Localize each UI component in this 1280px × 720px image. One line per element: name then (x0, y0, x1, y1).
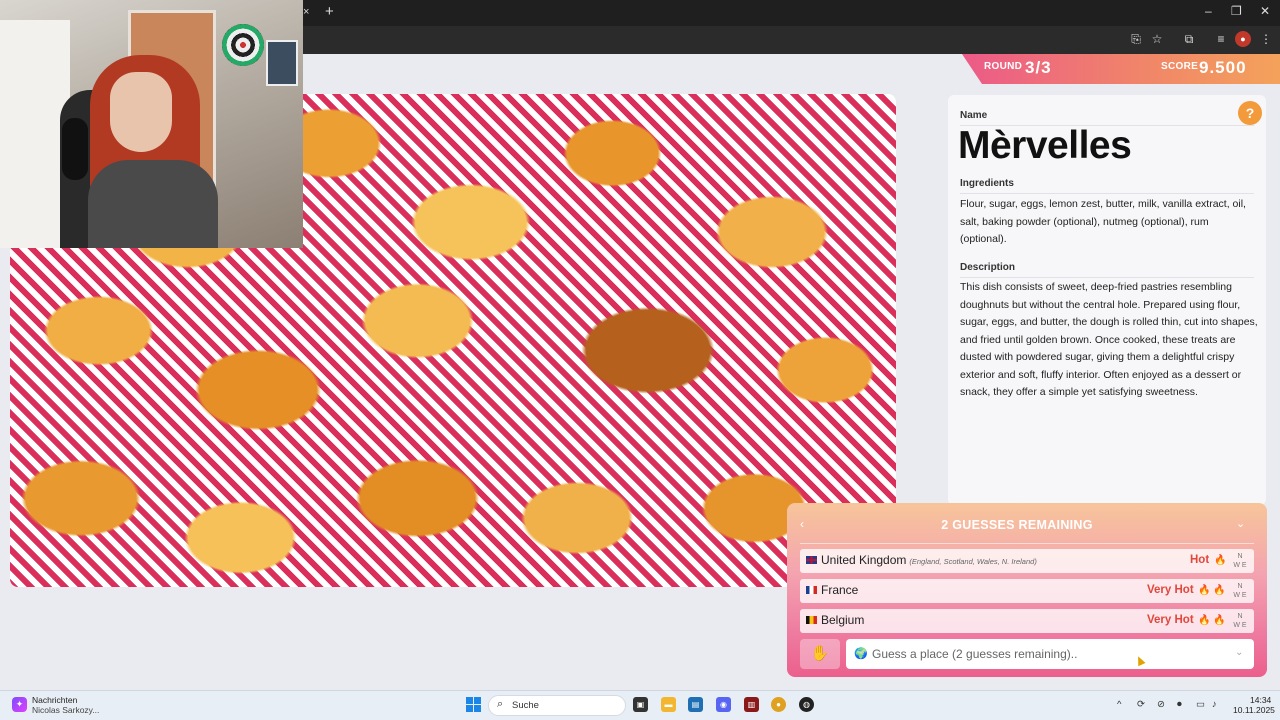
profile-avatar-icon[interactable]: ● (1235, 31, 1251, 47)
notifications-off-icon[interactable]: ⊘ (1157, 699, 1165, 710)
help-icon[interactable]: ? (1238, 101, 1262, 125)
chrome-icon[interactable]: ● (771, 697, 786, 712)
volume-icon[interactable]: ♪ (1212, 699, 1217, 710)
globe-icon: 🌍 (854, 648, 868, 660)
news-widget-headline[interactable]: Nicolas Sarkozy... (32, 705, 99, 715)
guess-country: France (821, 583, 859, 597)
webcam-streamer-body (88, 160, 218, 248)
maximize-icon[interactable]: ❐ (1231, 4, 1242, 18)
france-flag-icon (806, 586, 817, 594)
guess-country-detail: (England, Scotland, Wales, N. Ireland) (909, 557, 1037, 566)
browser-menu-icon[interactable]: ⋮ (1258, 31, 1274, 47)
guess-country: Belgium (821, 613, 865, 627)
compass-direction-icon: NW E (1233, 553, 1247, 569)
game-header: ROUND 3/3 SCORE 9.500 (962, 54, 1280, 84)
media-controls-icon[interactable]: ≡ (1213, 31, 1229, 47)
guess-input[interactable] (846, 639, 1254, 669)
tab-close-icon[interactable]: × (303, 6, 309, 18)
close-window-icon[interactable]: ✕ (1260, 4, 1270, 18)
guess-country: United Kingdom (England, Scotland, Wales,… (821, 553, 1037, 567)
minimize-icon[interactable]: – (1205, 4, 1212, 18)
network-icon[interactable]: ▭ (1196, 699, 1205, 710)
webcam-overlay (0, 0, 303, 248)
score-label: SCORE (1161, 61, 1199, 72)
news-widget-title[interactable]: Nachrichten (32, 695, 77, 705)
windows-start-icon[interactable] (466, 697, 481, 712)
collapse-chevron-icon[interactable]: ⌄ (1236, 517, 1245, 530)
new-tab-icon[interactable]: + (325, 3, 334, 20)
sync-icon[interactable]: ⟳ (1137, 699, 1145, 710)
search-icon: ⌕ (497, 698, 504, 710)
guess-row: United Kingdom (England, Scotland, Wales,… (800, 549, 1254, 573)
extensions-icon[interactable]: ⧉ (1181, 31, 1197, 47)
divider (800, 543, 1254, 544)
dish-name: Mèrvelles (958, 124, 1132, 167)
flame-icon: 🔥 🔥 (1198, 585, 1226, 596)
file-explorer-icon[interactable]: ▬ (661, 697, 676, 712)
obs-icon[interactable]: ◍ (799, 697, 814, 712)
guess-row: France Very Hot 🔥 🔥 NW E (800, 579, 1254, 603)
give-up-button[interactable]: ✋ (800, 639, 840, 669)
flame-icon: 🔥 🔥 (1198, 615, 1226, 626)
flame-icon: 🔥 (1214, 555, 1227, 566)
bookmark-star-icon[interactable]: ☆ (1149, 31, 1165, 47)
score-value: 9.500 (1199, 58, 1247, 77)
webcam-dartboard (222, 24, 264, 66)
divider (960, 277, 1254, 278)
guess-heat: Hot (1190, 554, 1210, 566)
round-value: 3/3 (1025, 58, 1052, 77)
ingredients-label: Ingredients (960, 178, 1014, 189)
clock-date[interactable]: 10.11.2025 (1233, 705, 1275, 715)
news-widget-icon[interactable]: ✦ (12, 697, 27, 712)
microphone-icon[interactable]: ⏺ (1177, 699, 1182, 710)
webcam-streamer-face (110, 72, 172, 152)
guess-row: Belgium Very Hot 🔥 🔥 NW E (800, 609, 1254, 633)
belgium-flag-icon (806, 616, 817, 624)
taskbar-search-box[interactable] (488, 695, 626, 716)
discord-icon[interactable]: ◉ (716, 697, 731, 712)
store-app-icon[interactable]: ▤ (688, 697, 703, 712)
description-label: Description (960, 262, 1016, 273)
guess-heat: Very Hot (1147, 614, 1194, 626)
voice-app-icon[interactable]: ▥ (744, 697, 759, 712)
taskbar-search-label: Suche (512, 700, 539, 711)
clock-time[interactable]: 14:34 (1250, 695, 1271, 705)
round-label: ROUND (984, 61, 1023, 72)
guesses-remaining-title: 2 GUESSES REMAINING (941, 518, 1093, 532)
uk-flag-icon (806, 556, 817, 564)
compass-direction-icon: NW E (1233, 583, 1247, 599)
compass-direction-icon: NW E (1233, 613, 1247, 629)
task-view-icon[interactable]: ▣ (633, 697, 648, 712)
name-label: Name (960, 110, 988, 121)
divider (960, 193, 1254, 194)
install-app-icon[interactable]: ⎘ (1128, 31, 1144, 47)
webcam-microphone (62, 118, 88, 180)
ingredients-text: Flour, sugar, eggs, lemon zest, butter, … (960, 198, 1246, 245)
webcam-picture-frame (266, 40, 298, 86)
description-text: This dish consists of sweet, deep-fried … (960, 281, 1258, 398)
guess-heat: Very Hot (1147, 584, 1194, 596)
dropdown-chevron-icon[interactable]: ⌄ (1235, 647, 1243, 658)
tray-overflow-icon[interactable]: ^ (1117, 699, 1121, 710)
